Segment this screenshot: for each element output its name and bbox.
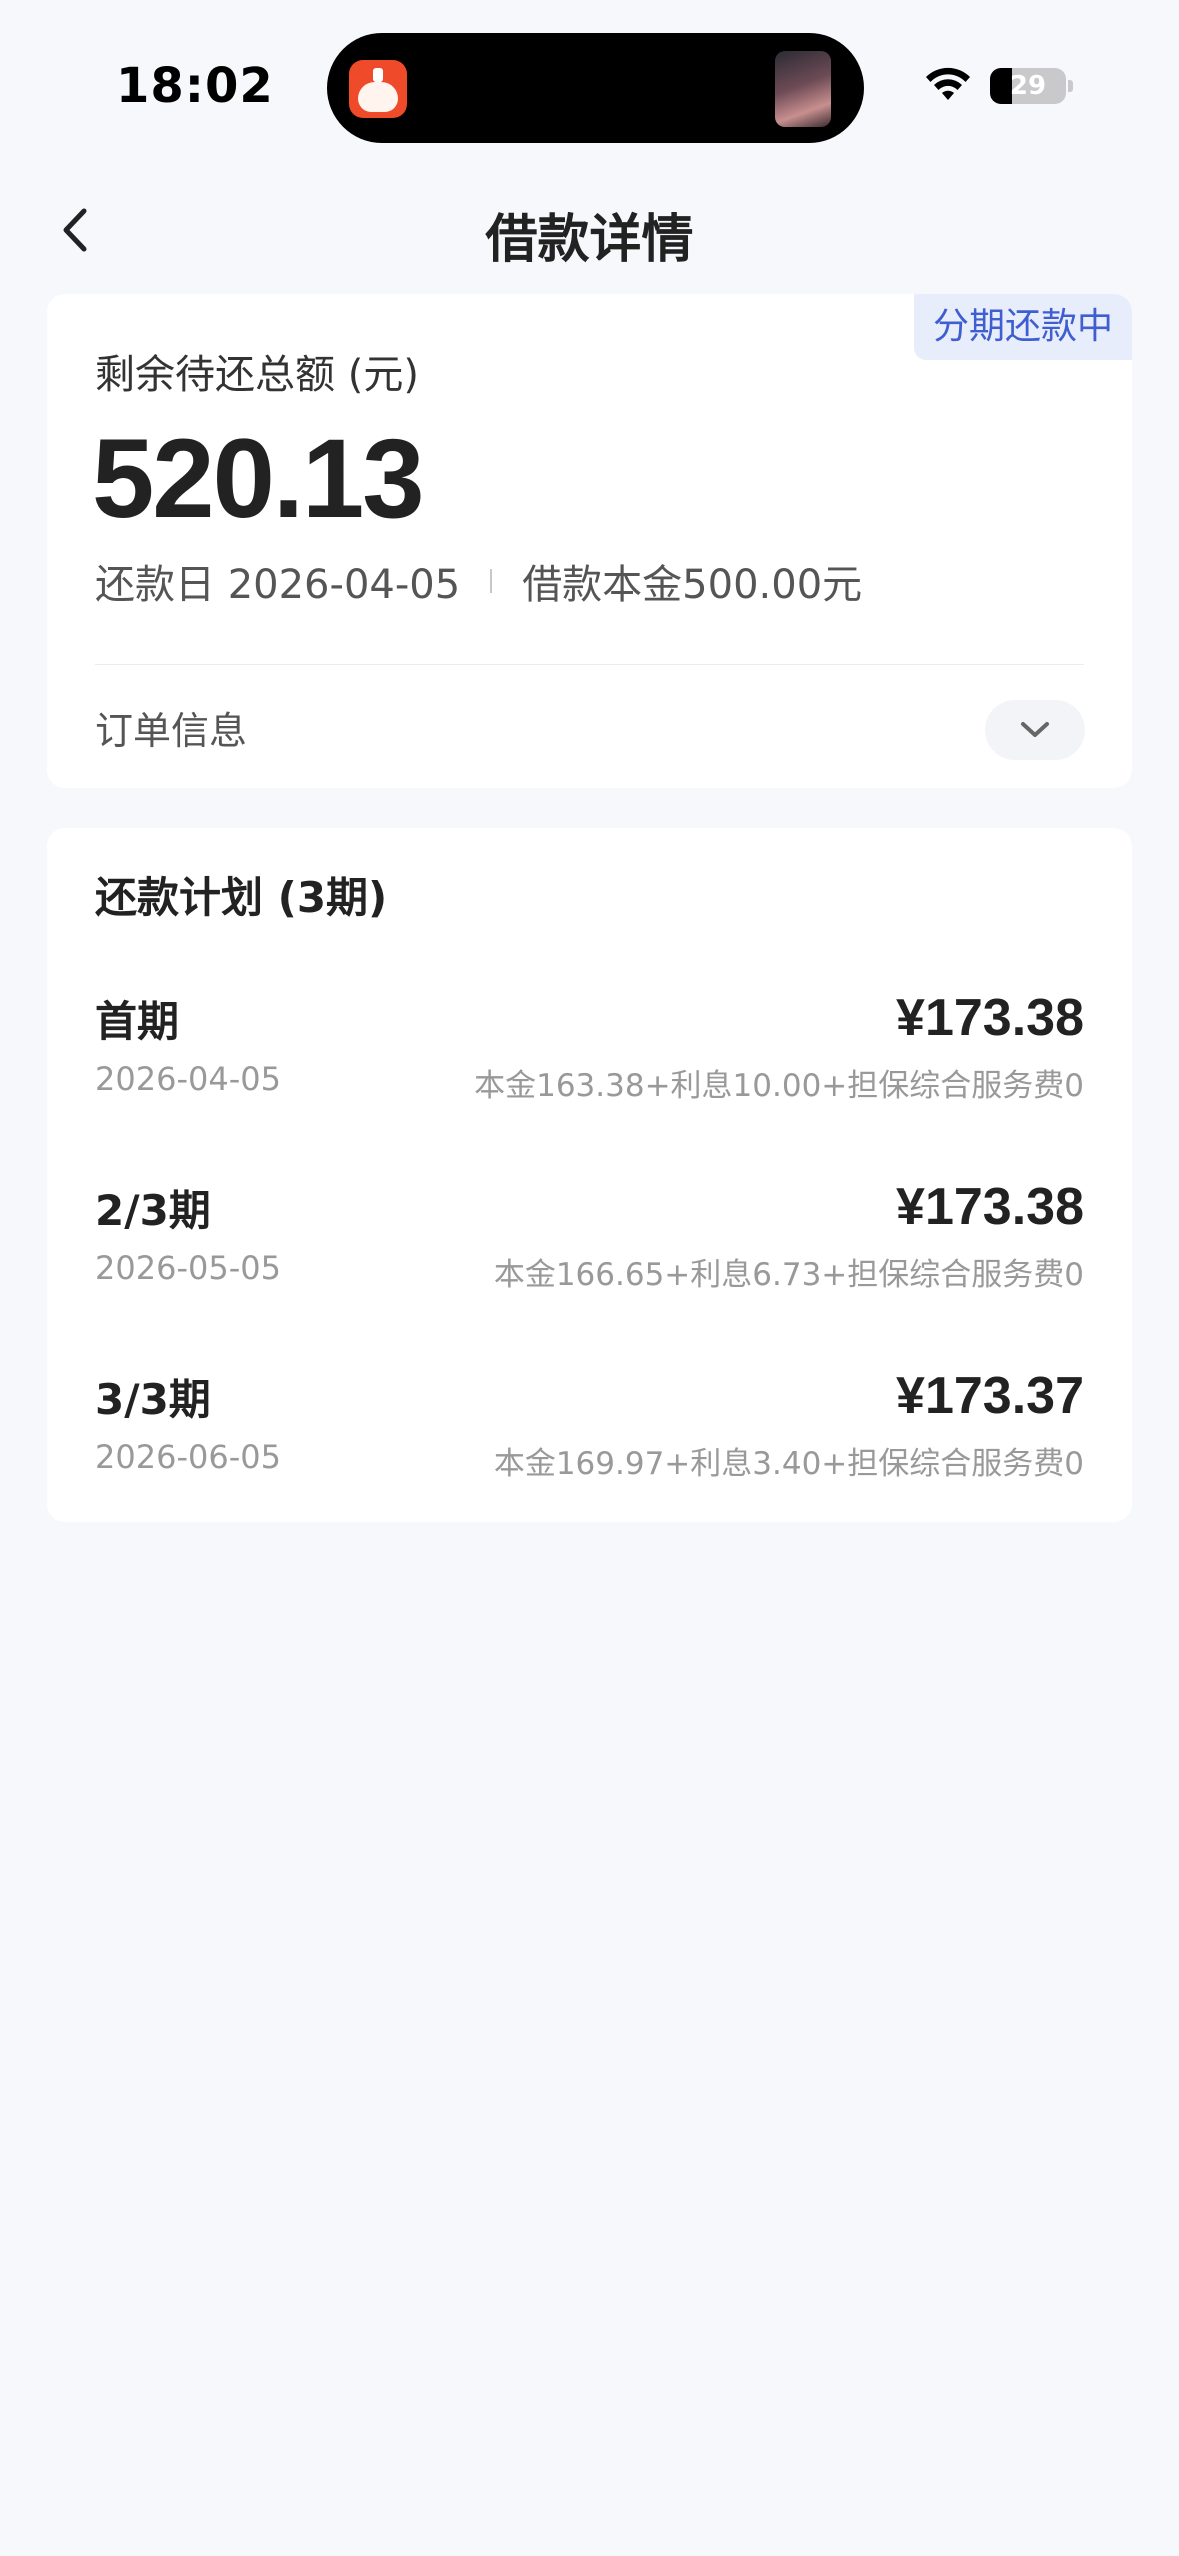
order-info-label[interactable]: 订单信息 [95,700,247,755]
remaining-amount: 520.13 [92,416,425,541]
battery-icon: 29 [990,68,1066,104]
repayment-plan-card: 还款计划 (3期) 首期 ¥173.38 2026-04-05 本金163.38… [47,828,1132,1522]
summary-meta: 还款日 2026-04-05 借款本金500.00元 [95,552,862,610]
meta-divider [490,569,493,593]
period-amount: ¥173.38 [896,989,1084,1047]
period-label: 首期 [95,997,180,1046]
card-divider [95,664,1084,665]
wifi-icon [926,67,970,100]
battery-level: 29 [1009,71,1047,101]
remaining-label: 剩余待还总额 (元) [95,352,419,398]
app-icon[interactable] [349,60,407,118]
period-date: 2026-05-05 [95,1249,281,1287]
status-badge: 分期还款中 [914,294,1132,360]
page-title: 借款详情 [485,210,694,270]
plan-row-1[interactable]: 首期 ¥173.38 2026-04-05 本金163.38+利息10.00+担… [95,988,1084,1118]
battery-nub [1068,80,1073,92]
period-breakdown: 本金169.97+利息3.40+担保综合服务费0 [493,1446,1084,1482]
tomato-icon [358,82,398,112]
period-amount: ¥173.37 [896,1367,1084,1425]
period-breakdown: 本金163.38+利息10.00+担保综合服务费0 [474,1068,1084,1104]
period-label: 2/3期 [95,1186,211,1235]
due-date: 还款日 2026-04-05 [95,562,461,608]
period-label: 3/3期 [95,1375,211,1424]
nav-bar: 借款详情 [0,175,1179,285]
period-amount: ¥173.38 [896,1178,1084,1236]
status-bar: 18:02 29 [0,0,1179,150]
status-time: 18:02 [116,58,274,114]
loan-principal: 借款本金500.00元 [522,562,863,608]
plan-title: 还款计划 (3期) [95,873,388,922]
period-date: 2026-06-05 [95,1438,281,1476]
leaf-icon [373,68,383,82]
media-thumbnail[interactable] [775,51,831,127]
period-breakdown: 本金166.65+利息6.73+担保综合服务费0 [493,1257,1084,1293]
order-info-expand-button[interactable] [985,700,1085,760]
period-date: 2026-04-05 [95,1060,281,1098]
chevron-down-icon [1021,722,1049,737]
dynamic-island[interactable] [327,33,864,143]
plan-row-2[interactable]: 2/3期 ¥173.38 2026-05-05 本金166.65+利息6.73+… [95,1177,1084,1307]
loan-summary-card: 分期还款中 剩余待还总额 (元) 520.13 还款日 2026-04-05 借… [47,294,1132,788]
plan-row-3[interactable]: 3/3期 ¥173.37 2026-06-05 本金169.97+利息3.40+… [95,1366,1084,1496]
